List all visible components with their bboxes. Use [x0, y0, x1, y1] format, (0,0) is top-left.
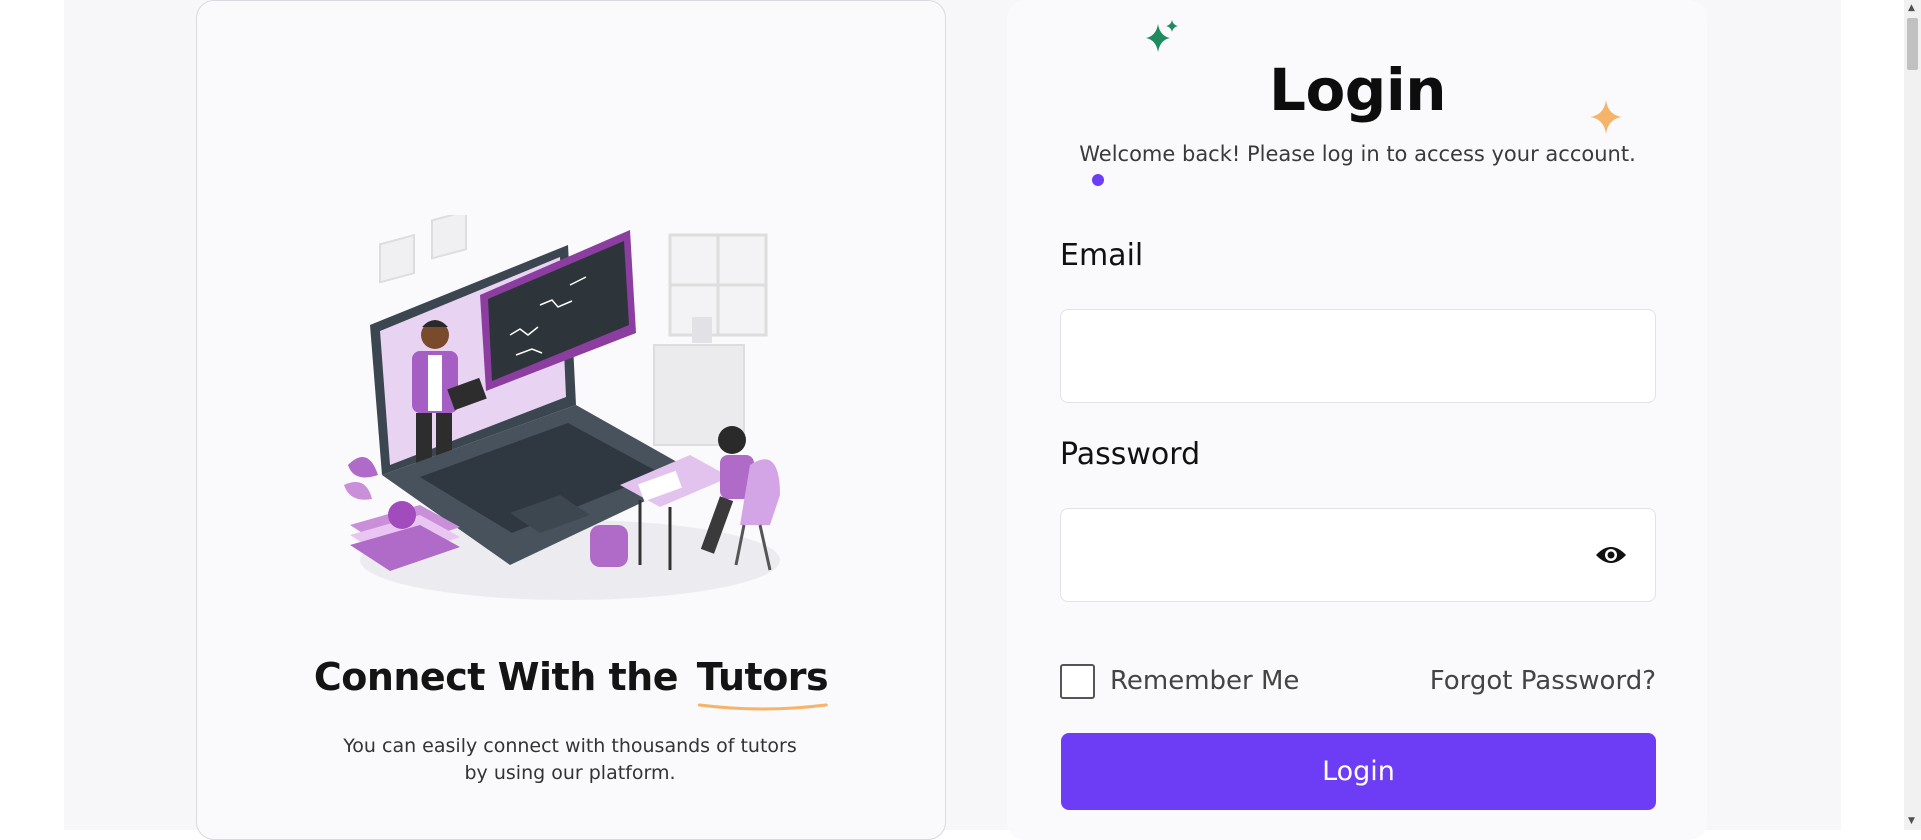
login-button[interactable]: Login: [1061, 733, 1656, 810]
remember-me-checkbox[interactable]: [1060, 664, 1095, 699]
scrollbar-thumb[interactable]: [1907, 18, 1918, 70]
remember-me-label: Remember Me: [1110, 666, 1300, 696]
email-field[interactable]: [1060, 309, 1656, 403]
scroll-down-icon[interactable]: ▼: [1908, 817, 1915, 826]
login-title: Login: [1269, 56, 1447, 124]
password-label: Password: [1060, 437, 1201, 472]
scroll-up-icon[interactable]: ▲: [1908, 4, 1915, 13]
accent-dot: [1092, 174, 1104, 186]
vertical-scrollbar[interactable]: ▲ ▼: [1904, 0, 1921, 830]
illustration-title: Connect With the Tutors: [196, 655, 946, 711]
sparkle-icon: [1146, 20, 1178, 52]
welcome-text: Welcome back! Please log in to access yo…: [1079, 142, 1636, 166]
forgot-password-link[interactable]: Forgot Password?: [1430, 666, 1656, 696]
underline-decoration: [697, 703, 828, 711]
illustration-subtitle: You can easily connect with thousands of…: [343, 735, 797, 784]
online-tutoring-illustration: [344, 215, 780, 600]
email-label: Email: [1060, 238, 1144, 273]
password-field[interactable]: [1060, 508, 1656, 602]
title-prefix: Connect With the: [313, 655, 679, 699]
title-highlight: Tutors: [696, 655, 829, 711]
title-highlight-text: Tutors: [696, 655, 829, 699]
eye-icon[interactable]: [1595, 543, 1627, 567]
